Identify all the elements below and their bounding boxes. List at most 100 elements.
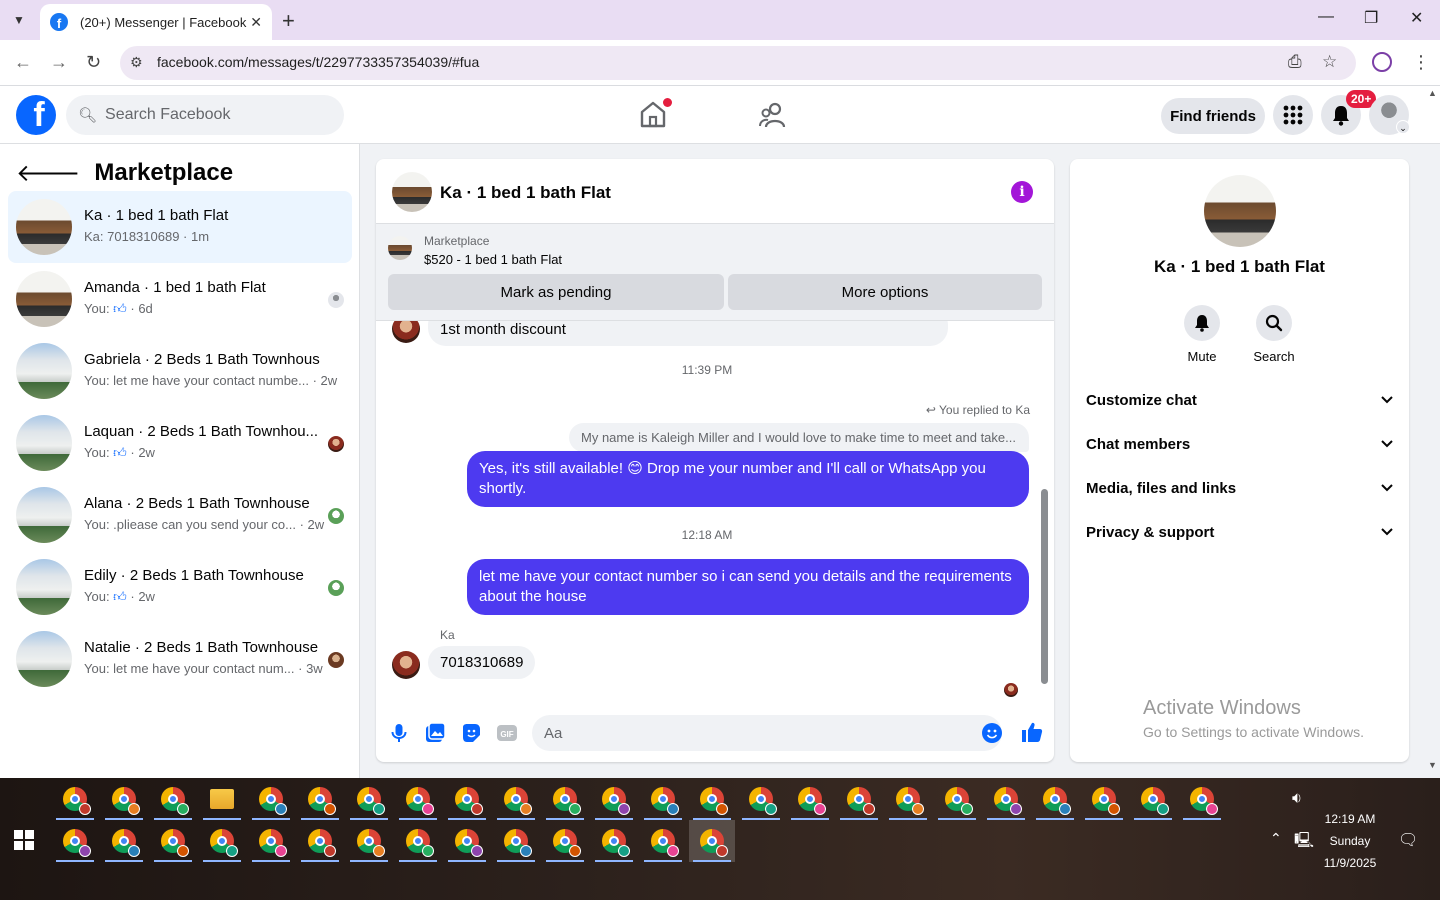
chrome-window-icon[interactable] <box>1130 778 1176 820</box>
friends-nav-icon[interactable] <box>758 102 786 128</box>
restore-icon[interactable]: ❐ <box>1364 8 1378 28</box>
account-chevron-down-icon[interactable]: ⌄ <box>1396 120 1410 134</box>
listing-price-title[interactable]: $520 - 1 bed 1 bath Flat <box>424 252 562 267</box>
conversation-item-laquan[interactable]: Laquan · 2 Beds 1 Bath Townhou... You: 👍… <box>8 407 352 479</box>
browser-profile-icon[interactable] <box>1372 52 1392 72</box>
chrome-window-icon[interactable] <box>444 820 490 862</box>
message-input[interactable] <box>532 715 1002 751</box>
conversation-item-edily[interactable]: Edily · 2 Beds 1 Bath Townhouse You: 👍︎ … <box>8 551 352 623</box>
chrome-window-icon[interactable] <box>591 778 637 820</box>
chrome-window-icon[interactable] <box>1032 778 1078 820</box>
volume-icon[interactable]: 🔉︎ <box>1292 790 1302 808</box>
chrome-window-icon[interactable] <box>52 820 98 862</box>
chrome-window-icon[interactable] <box>248 778 294 820</box>
quoted-reply-message[interactable]: My name is Kaleigh Miller and I would lo… <box>569 423 1029 452</box>
chat-members-section[interactable]: Chat members <box>1086 432 1393 456</box>
chat-title[interactable]: Ka · 1 bed 1 bath Flat <box>440 183 611 203</box>
windows-start-icon[interactable] <box>14 830 34 850</box>
forward-icon[interactable]: → <box>50 52 68 73</box>
more-options-button[interactable]: More options <box>728 274 1042 310</box>
scrollbar-thumb[interactable] <box>1041 489 1048 684</box>
chrome-window-icon[interactable] <box>101 778 147 820</box>
url-text[interactable]: facebook.com/messages/t/2297733357354039… <box>157 54 479 70</box>
page-scroll-down-icon[interactable]: ▼ <box>1428 760 1437 770</box>
page-scroll-up-icon[interactable]: ▲ <box>1428 88 1437 98</box>
tab-close-icon[interactable]: ✕ <box>250 14 262 31</box>
chrome-window-icon[interactable] <box>248 820 294 862</box>
chrome-window-icon[interactable] <box>738 778 784 820</box>
chrome-window-icon[interactable] <box>297 820 343 862</box>
chrome-window-icon[interactable] <box>640 820 686 862</box>
chrome-window-icon[interactable] <box>1179 778 1225 820</box>
chrome-window-icon[interactable] <box>885 778 931 820</box>
chrome-window-icon[interactable] <box>640 778 686 820</box>
facebook-logo-icon[interactable]: f <box>16 95 56 135</box>
media-files-links-section[interactable]: Media, files and links <box>1086 476 1393 500</box>
conversation-item-amanda[interactable]: Amanda · 1 bed 1 bath Flat You: 👍︎ · 6d <box>8 263 352 335</box>
chrome-window-icon[interactable] <box>444 778 490 820</box>
conversation-info-icon[interactable]: i <box>1011 181 1033 203</box>
chrome-window-icon[interactable] <box>934 778 980 820</box>
find-friends-button[interactable]: Find friends <box>1161 98 1265 134</box>
chrome-window-icon[interactable] <box>346 820 392 862</box>
minimize-icon[interactable]: — <box>1318 8 1334 26</box>
chrome-window-icon[interactable] <box>493 778 539 820</box>
chrome-window-icon[interactable] <box>542 778 588 820</box>
search-action[interactable]: Search <box>1244 305 1304 364</box>
browser-menu-icon[interactable]: ⋮ <box>1412 52 1430 73</box>
reload-icon[interactable]: ↻ <box>86 52 101 73</box>
bookmark-star-icon[interactable]: ☆ <box>1322 52 1337 72</box>
browser-tab[interactable]: f (20+) Messenger | Facebook ✕ <box>40 4 272 40</box>
chrome-window-icon[interactable] <box>395 778 441 820</box>
chrome-window-icon[interactable] <box>689 820 735 862</box>
chat-avatar[interactable] <box>392 172 432 212</box>
gif-icon[interactable]: GIF <box>496 722 518 744</box>
customize-chat-section[interactable]: Customize chat <box>1086 388 1393 412</box>
chrome-window-icon[interactable] <box>150 778 196 820</box>
home-nav-icon[interactable] <box>638 98 672 128</box>
chrome-window-icon[interactable] <box>297 778 343 820</box>
back-icon[interactable]: ← <box>14 52 32 73</box>
sticker-icon[interactable] <box>460 722 482 744</box>
attach-photo-icon[interactable] <box>424 722 446 744</box>
chrome-window-icon[interactable] <box>395 820 441 862</box>
facebook-search[interactable]: 🔍︎ <box>66 95 344 135</box>
chrome-window-icon[interactable] <box>1081 778 1127 820</box>
chrome-window-icon[interactable] <box>199 820 245 862</box>
menu-grid-icon[interactable] <box>1273 95 1313 135</box>
tab-search-dropdown-icon[interactable]: ▼ <box>6 7 32 33</box>
install-app-icon[interactable]: ⎙ <box>1288 52 1302 72</box>
new-tab-icon[interactable]: + <box>282 8 295 34</box>
chrome-window-icon[interactable] <box>101 820 147 862</box>
chrome-window-icon[interactable] <box>983 778 1029 820</box>
back-arrow-icon[interactable]: 🡐 <box>16 158 80 188</box>
mark-as-pending-button[interactable]: Mark as pending <box>388 274 724 310</box>
file-explorer-icon[interactable] <box>199 778 245 820</box>
privacy-support-section[interactable]: Privacy & support <box>1086 520 1393 544</box>
chrome-window-icon[interactable] <box>591 820 637 862</box>
chrome-window-icon[interactable] <box>493 820 539 862</box>
conversation-item-ka[interactable]: Ka · 1 bed 1 bath Flat Ka: 7018310689 · … <box>8 191 352 263</box>
search-icon[interactable] <box>1256 305 1292 341</box>
conversation-item-natalie[interactable]: Natalie · 2 Beds 1 Bath Townhouse You: l… <box>8 623 352 695</box>
conversation-item-gabriela[interactable]: Gabriela · 2 Beds 1 Bath Townhouse You: … <box>8 335 352 407</box>
chrome-window-icon[interactable] <box>689 778 735 820</box>
site-info-icon[interactable]: ⚙ <box>130 54 143 71</box>
listing-thumbnail[interactable] <box>388 236 412 260</box>
info-panel-avatar[interactable] <box>1204 175 1276 247</box>
message-scrollbar[interactable] <box>1040 321 1048 699</box>
notification-center-icon[interactable]: 🗨︎ <box>1398 830 1418 850</box>
chrome-window-icon[interactable] <box>787 778 833 820</box>
mute-bell-icon[interactable] <box>1184 305 1220 341</box>
facebook-search-input[interactable] <box>105 106 326 124</box>
like-thumbs-up-icon[interactable] <box>1020 720 1044 750</box>
microphone-icon[interactable] <box>388 722 410 744</box>
window-close-icon[interactable]: ✕ <box>1410 8 1423 28</box>
omnibox[interactable]: ⚙ facebook.com/messages/t/22977333573540… <box>120 46 1356 80</box>
conversation-item-alana[interactable]: Alana · 2 Beds 1 Bath Townhouse You: .pl… <box>8 479 352 551</box>
emoji-icon[interactable] <box>982 723 1002 743</box>
mute-action[interactable]: Mute <box>1172 305 1232 364</box>
chrome-window-icon[interactable] <box>542 820 588 862</box>
chrome-window-icon[interactable] <box>346 778 392 820</box>
show-hidden-icons-chevron-icon[interactable]: ⌃ <box>1270 830 1282 847</box>
